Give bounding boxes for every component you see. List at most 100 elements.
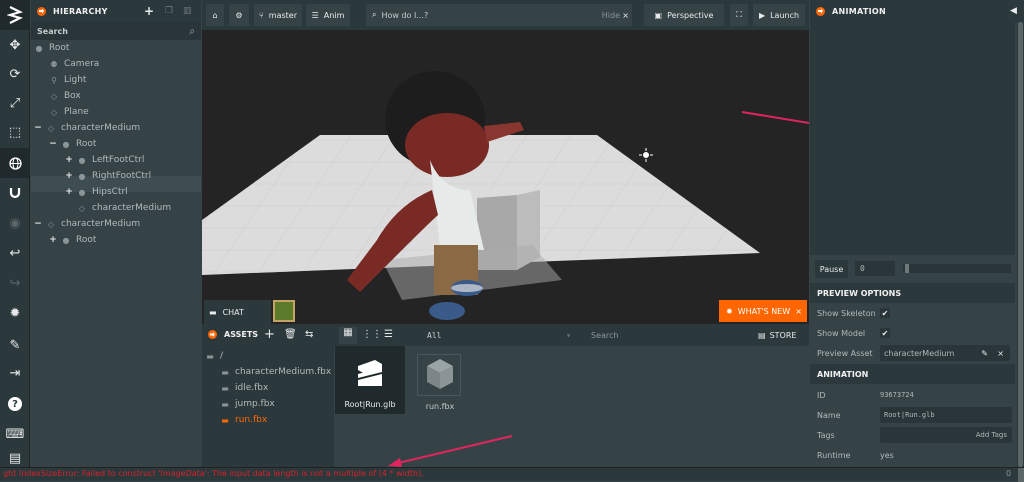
time-input[interactable]: 0 (855, 261, 895, 276)
name-input[interactable]: Root|Run.glb (880, 407, 1012, 423)
collapse-icon[interactable]: − (33, 219, 43, 229)
close-icon[interactable]: × (795, 307, 802, 316)
tree-node[interactable]: ◇ Box (49, 88, 81, 104)
folder-item[interactable]: ▬ idle.fbx (220, 380, 268, 396)
collapse-icon[interactable]: − (33, 123, 43, 133)
delete-icon[interactable]: ▥ (183, 6, 192, 16)
branch-button[interactable]: ⑂ master (254, 4, 302, 26)
whats-new-button[interactable]: ✹ WHAT'S NEW × (719, 300, 807, 322)
tree-node[interactable]: ◇ Plane (49, 104, 89, 120)
hide-button[interactable]: Hide (602, 11, 620, 20)
asset-tile-label: Root|Run.glb (344, 400, 396, 409)
tree-node[interactable]: − ◇ characterMedium (33, 216, 140, 232)
tree-node[interactable]: ● Root (34, 40, 70, 56)
resize-icon[interactable]: ⬚ (0, 117, 30, 147)
tags-row: Tags Add Tags (810, 425, 1015, 445)
chat-button[interactable]: ▬ CHAT (204, 300, 271, 324)
asset-tile[interactable]: run.fbx (405, 346, 475, 414)
collapse-arrow-icon[interactable]: ◀ (1010, 6, 1017, 16)
feedback-icon[interactable]: ▤ (0, 449, 30, 467)
status-error-message[interactable]: ght IndexSizeError: Failed to construct … (3, 469, 424, 478)
preview-asset-field[interactable]: characterMedium ✎ × (880, 345, 1010, 361)
redo-icon[interactable]: ↪ (0, 268, 30, 298)
list-view-icon[interactable]: ☰ (384, 329, 393, 340)
home-button[interactable]: ⌂ (206, 4, 224, 26)
timeline-handle[interactable] (905, 264, 909, 273)
pause-button[interactable]: Pause (815, 260, 848, 278)
scene-viewport[interactable]: ▬ CHAT ✹ WHAT'S NEW × (202, 30, 809, 324)
panel-collapse-icon[interactable] (37, 6, 46, 16)
show-model-checkbox[interactable]: ✔ (880, 328, 890, 338)
asset-filter-select[interactable]: All ▾ (422, 327, 575, 343)
rotate-icon[interactable]: ⟳ (0, 59, 30, 89)
tree-node-label: Camera (64, 59, 100, 69)
fullscreen-button[interactable]: ⛶ (730, 4, 748, 26)
publish-icon[interactable]: ⇥ (0, 358, 30, 388)
world-icon[interactable] (0, 148, 30, 178)
folder-root[interactable]: ▬ / (205, 348, 223, 364)
collapse-icon[interactable]: − (48, 139, 58, 149)
tree-node[interactable]: − ● Root (48, 136, 96, 152)
entity-icon: ● (78, 171, 86, 181)
clear-icon[interactable]: × (997, 349, 1004, 358)
panel-scrollbar[interactable] (1017, 22, 1024, 467)
tree-node-label: RightFootCtrl (92, 171, 152, 181)
help-search-input[interactable]: ⌕ How do I...? Hide × (366, 4, 632, 26)
timeline-slider[interactable] (903, 264, 1011, 273)
panel-collapse-icon[interactable] (816, 6, 825, 16)
camera-dropdown[interactable]: ▣ Perspective (644, 4, 724, 26)
expand-icon[interactable]: + (64, 187, 74, 197)
refresh-icon[interactable]: ⇆ (305, 329, 313, 340)
store-button[interactable]: ▤ STORE (758, 327, 806, 343)
expand-icon[interactable]: + (64, 171, 74, 181)
edit-icon[interactable]: ✎ (981, 349, 988, 358)
status-scroll-thumb[interactable] (1018, 468, 1024, 482)
scale-icon[interactable]: ⤢ (0, 88, 30, 118)
scene-button[interactable]: ☰ Anim (306, 4, 350, 26)
expand-icon[interactable]: + (64, 155, 74, 165)
asset-tile-selected[interactable]: Root|Run.glb (335, 346, 405, 414)
show-skeleton-checkbox[interactable]: ✔ (880, 308, 890, 318)
tree-node[interactable]: + ● RightFootCtrl (64, 168, 151, 184)
tree-node[interactable]: − ◇ characterMedium (33, 120, 140, 136)
keyboard-icon[interactable]: ⌨ (0, 419, 30, 449)
user-avatar[interactable] (273, 300, 295, 322)
expand-icon[interactable]: + (48, 235, 58, 245)
tree-node[interactable]: + ● LeftFootCtrl (64, 152, 144, 168)
trash-icon[interactable]: 🗑 (284, 329, 297, 340)
camera-label: Perspective (667, 10, 714, 20)
scrollbar-thumb[interactable] (1018, 22, 1023, 467)
tags-input[interactable]: Add Tags (880, 427, 1012, 443)
grid-small-icon[interactable]: ⋮⋮ (362, 329, 382, 340)
entity-icon: ◇ (47, 219, 55, 229)
bake-light-icon[interactable]: ✹ (0, 298, 30, 328)
magnet-icon[interactable] (0, 178, 30, 208)
close-icon[interactable]: × (622, 11, 629, 20)
tree-node[interactable]: ⚲ Light (49, 72, 86, 88)
eye-icon[interactable]: ◉ (0, 208, 30, 238)
help-icon[interactable]: ? (0, 389, 30, 419)
hierarchy-search[interactable]: Search ⌕ (31, 22, 201, 40)
asset-search-input[interactable]: Search (585, 327, 755, 343)
add-entity-icon[interactable]: + (144, 4, 154, 18)
settings-button[interactable]: ⚙ (229, 4, 249, 26)
tree-node[interactable]: + ● HipsCtrl (64, 184, 127, 200)
undo-icon[interactable]: ↩ (0, 238, 30, 268)
folder-item-active[interactable]: ▬ run.fbx (220, 412, 267, 428)
hierarchy-title: HIERARCHY (53, 6, 108, 16)
panel-collapse-icon[interactable] (208, 330, 217, 339)
folder-item[interactable]: ▬ characterMedium.fbx (220, 364, 331, 380)
playback-bar: Pause 0 (810, 256, 1015, 282)
grid-large-icon[interactable]: ▦ (339, 327, 357, 344)
translate-icon[interactable]: ✥ (0, 30, 30, 60)
tree-node[interactable]: + ● Root (48, 232, 96, 248)
tree-node-label: characterMedium (61, 219, 141, 229)
folder-item[interactable]: ▬ jump.fbx (220, 396, 275, 412)
launch-button[interactable]: ▶ Launch (753, 4, 805, 26)
tree-node[interactable]: ◇ characterMedium (64, 200, 171, 216)
code-editor-icon[interactable]: ✎ (0, 330, 30, 360)
tree-node[interactable]: ⚉ Camera (49, 56, 99, 72)
add-asset-icon[interactable]: + (264, 327, 275, 342)
duplicate-icon[interactable]: ❐ (165, 6, 173, 16)
logo-icon[interactable] (0, 0, 30, 30)
